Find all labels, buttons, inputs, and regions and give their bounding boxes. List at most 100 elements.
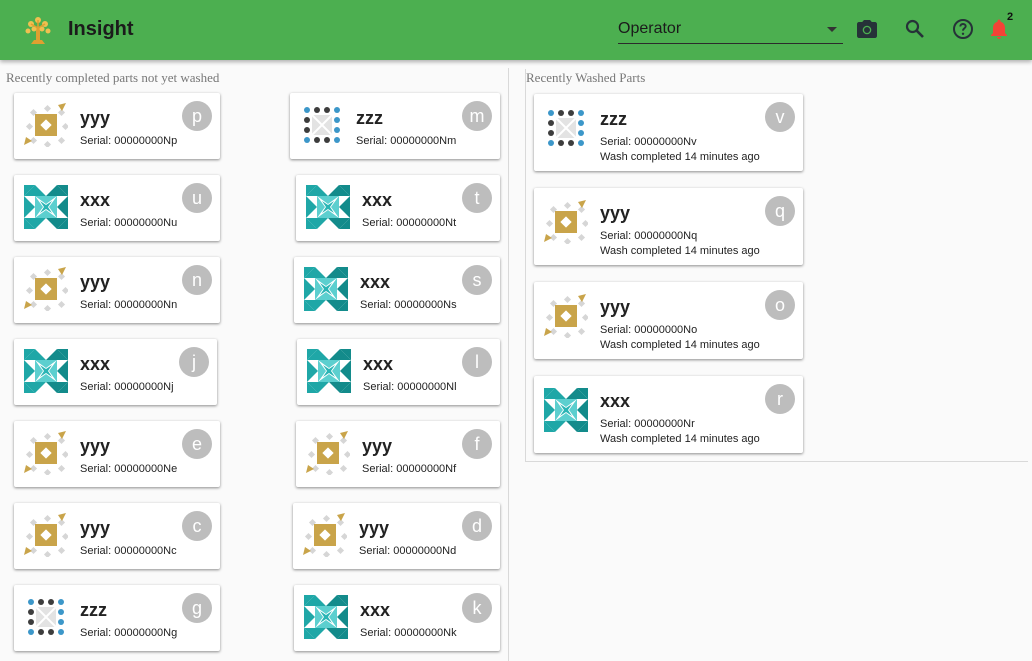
part-card[interactable]: zzz Serial: 00000000Nm m: [290, 93, 500, 159]
part-letter-avatar: m: [462, 101, 492, 131]
washed-part-card[interactable]: yyy Serial: 00000000No Wash completed 14…: [534, 282, 803, 359]
part-serial: Serial: 00000000Nu: [80, 217, 178, 229]
part-serial: Serial: 00000000Nc: [80, 545, 177, 557]
part-name: xxx: [363, 354, 394, 374]
part-thumbnail-icon: [24, 103, 68, 147]
part-letter-avatar: l: [462, 347, 492, 377]
part-letter-avatar: s: [462, 265, 492, 295]
part-name: xxx: [360, 600, 391, 620]
part-letter-avatar: f: [462, 429, 492, 459]
role-select-value: Operator: [618, 20, 682, 37]
part-letter-avatar: q: [765, 196, 795, 226]
app-title: Insight: [68, 18, 134, 40]
part-thumbnail-icon: [24, 185, 68, 229]
part-thumbnail-icon: [24, 267, 68, 311]
washed-column-label: Recently Washed Parts: [526, 70, 646, 85]
part-thumbnail-icon: [304, 595, 348, 639]
part-card[interactable]: zzz Serial: 00000000Ng g: [14, 585, 220, 651]
washed-part-card[interactable]: zzz Serial: 00000000Nv Wash completed 14…: [534, 94, 803, 171]
part-letter-avatar: d: [462, 511, 492, 541]
part-thumbnail-icon: [306, 185, 350, 229]
part-name: xxx: [600, 391, 631, 411]
part-serial: Serial: 00000000Nn: [80, 299, 178, 311]
part-serial: Serial: 00000000Nq: [600, 230, 698, 242]
part-name: yyy: [80, 518, 111, 538]
part-thumbnail-icon: [24, 349, 68, 393]
part-card[interactable]: xxx Serial: 00000000Nt t: [296, 175, 500, 241]
search-icon[interactable]: [903, 17, 927, 41]
part-name: zzz: [80, 600, 107, 620]
part-card[interactable]: xxx Serial: 00000000Nu u: [14, 175, 220, 241]
part-thumbnail-icon: [307, 349, 351, 393]
app-bar: Insight Operator 2: [0, 0, 1032, 60]
part-thumbnail-icon: [544, 200, 588, 244]
wash-status: Wash completed 14 minutes ago: [600, 433, 760, 445]
part-card[interactable]: xxx Serial: 00000000Nk k: [294, 585, 500, 651]
part-letter-avatar: u: [182, 183, 212, 213]
part-name: yyy: [362, 436, 393, 456]
part-serial: Serial: 00000000Np: [80, 135, 178, 147]
help-icon[interactable]: [951, 17, 975, 41]
part-serial: Serial: 00000000Nk: [360, 627, 457, 639]
part-thumbnail-icon: [24, 431, 68, 475]
washed-part-card[interactable]: xxx Serial: 00000000Nr Wash completed 14…: [534, 376, 803, 453]
part-thumbnail-icon: [24, 595, 68, 639]
part-serial: Serial: 00000000Ne: [80, 463, 178, 475]
part-card[interactable]: xxx Serial: 00000000Nj j: [14, 339, 217, 405]
part-card[interactable]: yyy Serial: 00000000Nd d: [293, 503, 500, 569]
part-name: xxx: [80, 190, 111, 210]
part-serial: Serial: 00000000Nj: [80, 381, 174, 393]
washed-part-card[interactable]: yyy Serial: 00000000Nq Wash completed 14…: [534, 188, 803, 265]
unwashed-column-label: Recently completed parts not yet washed: [6, 70, 220, 85]
part-card[interactable]: yyy Serial: 00000000Nf f: [296, 421, 500, 487]
wash-status: Wash completed 14 minutes ago: [600, 245, 760, 257]
part-name: yyy: [600, 203, 631, 223]
part-letter-avatar: e: [182, 429, 212, 459]
part-name: yyy: [80, 436, 111, 456]
role-select[interactable]: Operator: [618, 17, 843, 44]
part-thumbnail-icon: [304, 267, 348, 311]
part-card[interactable]: xxx Serial: 00000000Ns s: [294, 257, 500, 323]
part-thumbnail-icon: [544, 106, 588, 150]
column-divider: [508, 68, 509, 661]
part-card[interactable]: yyy Serial: 00000000Nn n: [14, 257, 220, 323]
part-name: yyy: [80, 272, 111, 292]
wash-status: Wash completed 14 minutes ago: [600, 339, 760, 351]
part-serial: Serial: 00000000Ng: [80, 627, 178, 639]
part-serial: Serial: 00000000Nf: [362, 463, 457, 475]
tree-logo-icon: [25, 17, 51, 44]
part-serial: Serial: 00000000Nl: [363, 381, 457, 393]
part-name: zzz: [600, 109, 627, 129]
part-letter-avatar: r: [765, 384, 795, 414]
part-thumbnail-icon: [303, 513, 347, 557]
wash-status: Wash completed 14 minutes ago: [600, 151, 760, 163]
part-name: yyy: [359, 518, 390, 538]
part-name: yyy: [600, 297, 631, 317]
part-letter-avatar: g: [182, 593, 212, 623]
part-thumbnail-icon: [544, 294, 588, 338]
part-serial: Serial: 00000000No: [600, 324, 698, 336]
part-name: yyy: [80, 108, 111, 128]
part-letter-avatar: n: [182, 265, 212, 295]
chevron-down-icon: [827, 27, 837, 32]
part-serial: Serial: 00000000Nm: [356, 135, 457, 147]
part-name: xxx: [80, 354, 111, 374]
part-card[interactable]: yyy Serial: 00000000Np p: [14, 93, 220, 159]
part-card[interactable]: xxx Serial: 00000000Nl l: [297, 339, 500, 405]
notification-count-badge: 2: [1007, 11, 1014, 23]
part-serial: Serial: 00000000Nr: [600, 418, 695, 430]
part-letter-avatar: j: [179, 347, 209, 377]
part-letter-avatar: c: [182, 511, 212, 541]
part-name: zzz: [356, 108, 383, 128]
part-letter-avatar: k: [462, 593, 492, 623]
part-letter-avatar: o: [765, 290, 795, 320]
part-serial: Serial: 00000000Nv: [600, 136, 697, 148]
camera-icon[interactable]: [855, 17, 879, 41]
part-thumbnail-icon: [544, 388, 588, 432]
part-name: xxx: [360, 272, 391, 292]
part-serial: Serial: 00000000Nd: [359, 545, 457, 557]
part-card[interactable]: yyy Serial: 00000000Nc c: [14, 503, 220, 569]
part-card[interactable]: yyy Serial: 00000000Ne e: [14, 421, 220, 487]
part-name: xxx: [362, 190, 393, 210]
part-serial: Serial: 00000000Nt: [362, 217, 457, 229]
